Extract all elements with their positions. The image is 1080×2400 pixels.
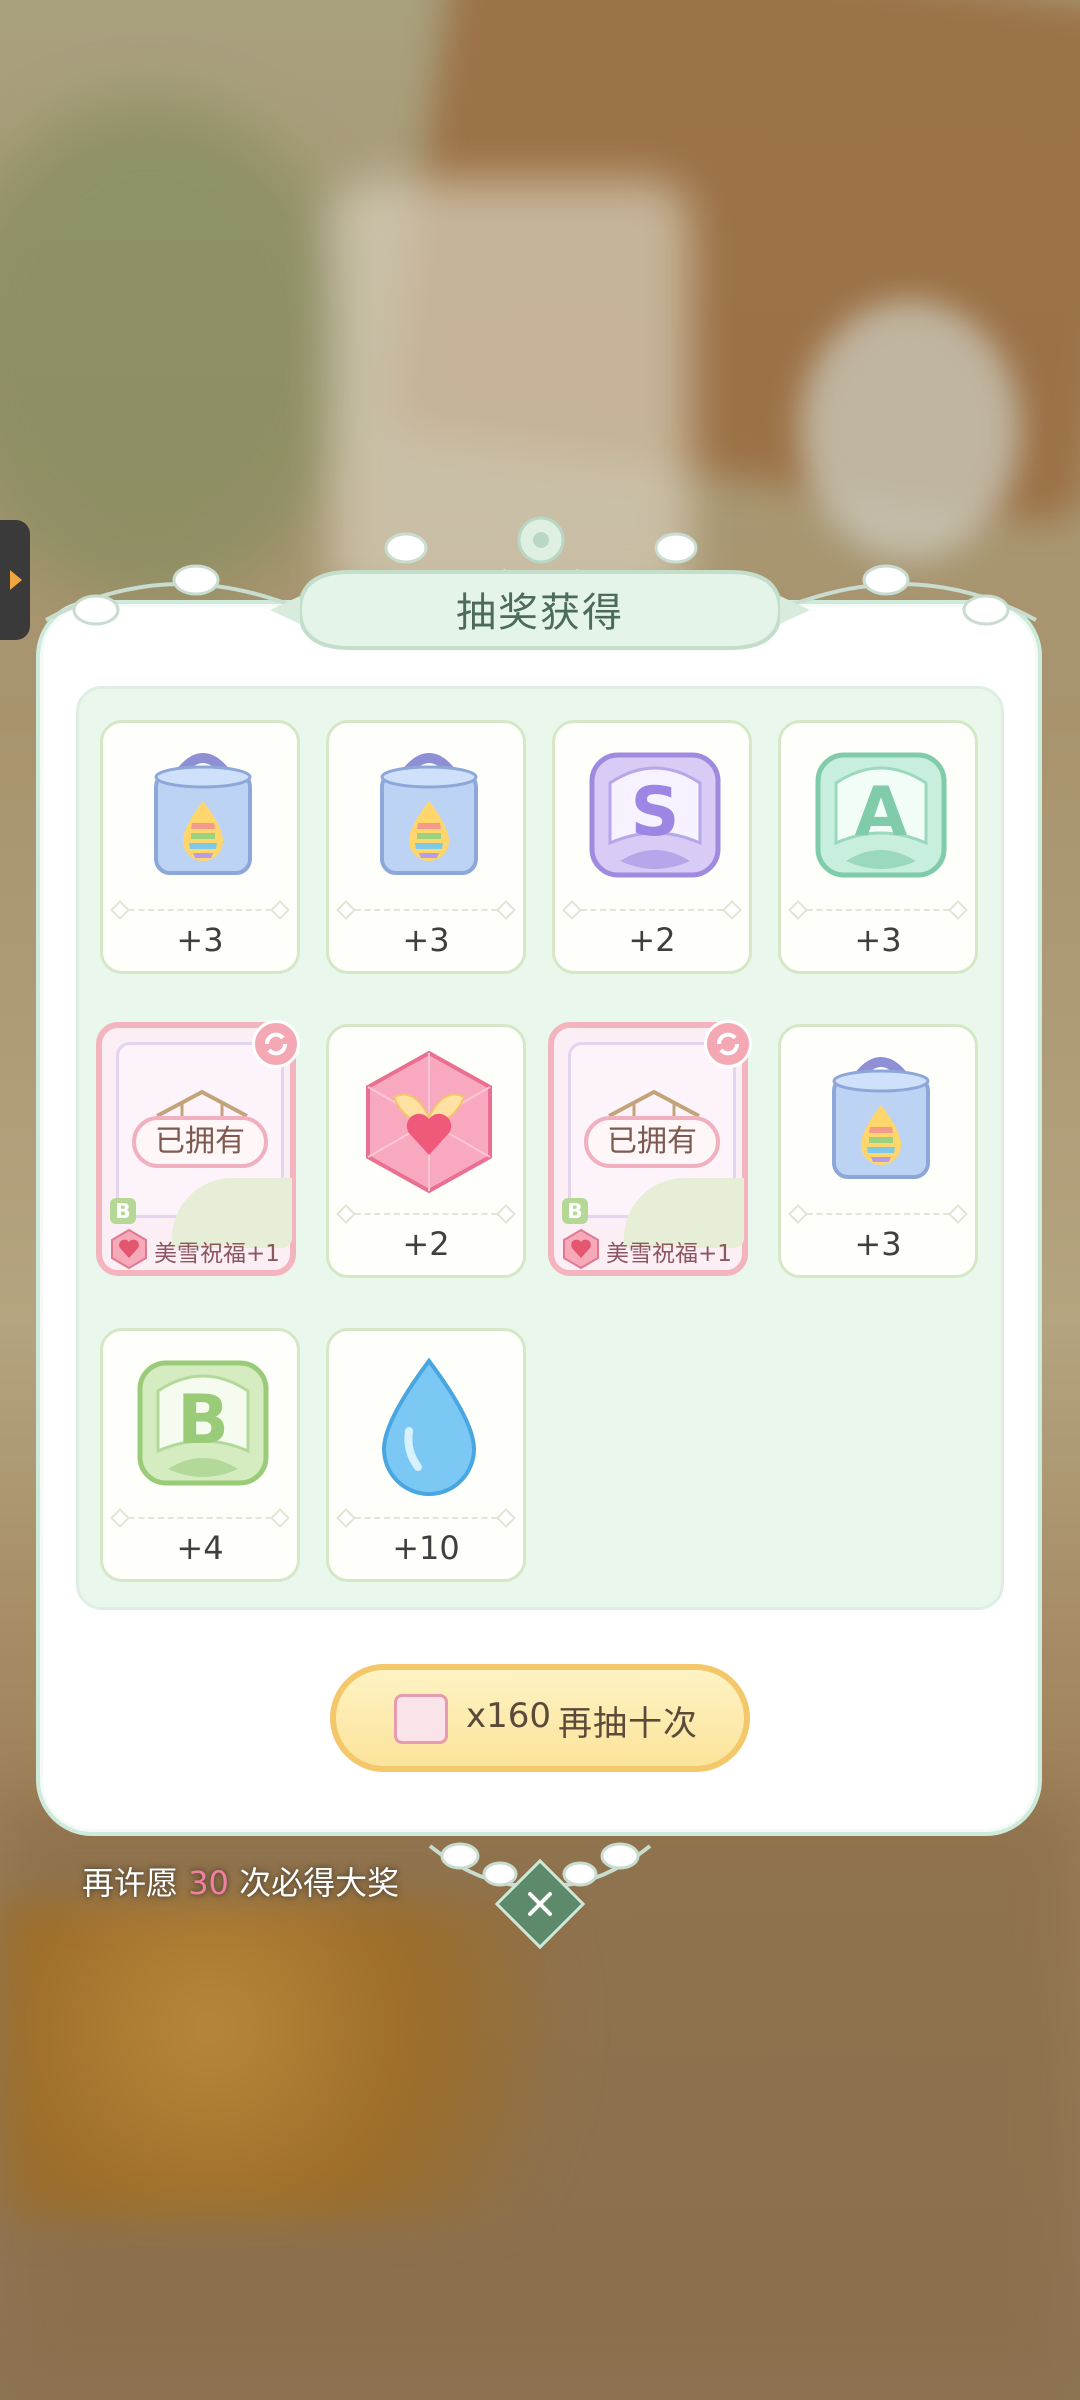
- draw-ten-again-button[interactable]: x160 再抽十次: [330, 1664, 750, 1772]
- reward-quantity: +3: [854, 921, 902, 959]
- convert-icon: [704, 1020, 752, 1068]
- house-sketch-icon: [608, 1089, 700, 1118]
- convert-icon: [252, 1020, 300, 1068]
- close-icon: [528, 1892, 552, 1916]
- a-rank-crest-icon: A: [815, 752, 947, 878]
- reward-card-s-crest[interactable]: S +2: [552, 720, 752, 974]
- rank-badge: B: [110, 1198, 136, 1224]
- draw-again-label: 再抽十次: [558, 1704, 698, 1744]
- blessing-text: 美雪祝福+1: [154, 1241, 280, 1267]
- reward-card-dye-box[interactable]: +3: [100, 720, 300, 974]
- reward-card-owned-outfit[interactable]: 已拥有 B 美雪祝福+1: [548, 1020, 752, 1276]
- water-drop-icon: [381, 1357, 477, 1496]
- draw-cost: x160: [466, 1696, 552, 1736]
- pity-count: 30: [188, 1864, 229, 1902]
- reward-card-water-drop[interactable]: +10: [326, 1328, 526, 1582]
- blessing-text: 美雪祝福+1: [606, 1241, 732, 1267]
- reward-quantity: +2: [402, 1225, 450, 1263]
- heart-crystal-icon: [366, 1050, 492, 1194]
- reward-quantity: +4: [176, 1529, 224, 1567]
- reward-quantity: +2: [628, 921, 676, 959]
- reward-card-dye-box[interactable]: +3: [778, 1024, 978, 1278]
- svg-text:S: S: [631, 773, 680, 852]
- reward-card-dye-box[interactable]: +3: [326, 720, 526, 974]
- dye-box-icon: [154, 753, 252, 875]
- owned-badge: 已拥有: [584, 1116, 720, 1168]
- house-sketch-icon: [156, 1089, 248, 1118]
- reward-quantity: +10: [392, 1529, 460, 1567]
- owned-badge: 已拥有: [132, 1116, 268, 1168]
- reward-quantity: +3: [854, 1225, 902, 1263]
- dye-box-icon: [380, 753, 478, 875]
- reward-quantity: +3: [176, 921, 224, 959]
- pity-counter: 再许愿 30 次必得大奖: [82, 1858, 399, 1904]
- blessing-crystal-icon: [111, 1228, 147, 1270]
- reward-card-owned-outfit[interactable]: 已拥有 B 美雪祝福+1: [96, 1020, 300, 1276]
- dye-box-icon: [832, 1057, 930, 1179]
- reward-card-a-crest[interactable]: A +3: [778, 720, 978, 974]
- svg-text:A: A: [855, 773, 908, 852]
- reward-quantity: +3: [402, 921, 450, 959]
- pity-suffix: 次必得大奖: [239, 1864, 400, 1902]
- rank-badge: B: [562, 1198, 588, 1224]
- b-rank-crest-icon: B: [137, 1360, 269, 1486]
- ticket-icon: [394, 1694, 448, 1744]
- blessing-crystal-icon: [563, 1228, 599, 1270]
- expand-arrow-icon: [10, 570, 22, 590]
- reward-card-heart-crystal[interactable]: +2: [326, 1024, 526, 1278]
- svg-text:B: B: [177, 1381, 229, 1460]
- reward-card-b-crest[interactable]: B +4: [100, 1328, 300, 1582]
- side-expand-tab[interactable]: [0, 520, 30, 640]
- pity-prefix: 再许愿: [82, 1864, 179, 1902]
- dialog-title: 抽奖获得: [456, 590, 624, 636]
- s-rank-crest-icon: S: [589, 752, 721, 878]
